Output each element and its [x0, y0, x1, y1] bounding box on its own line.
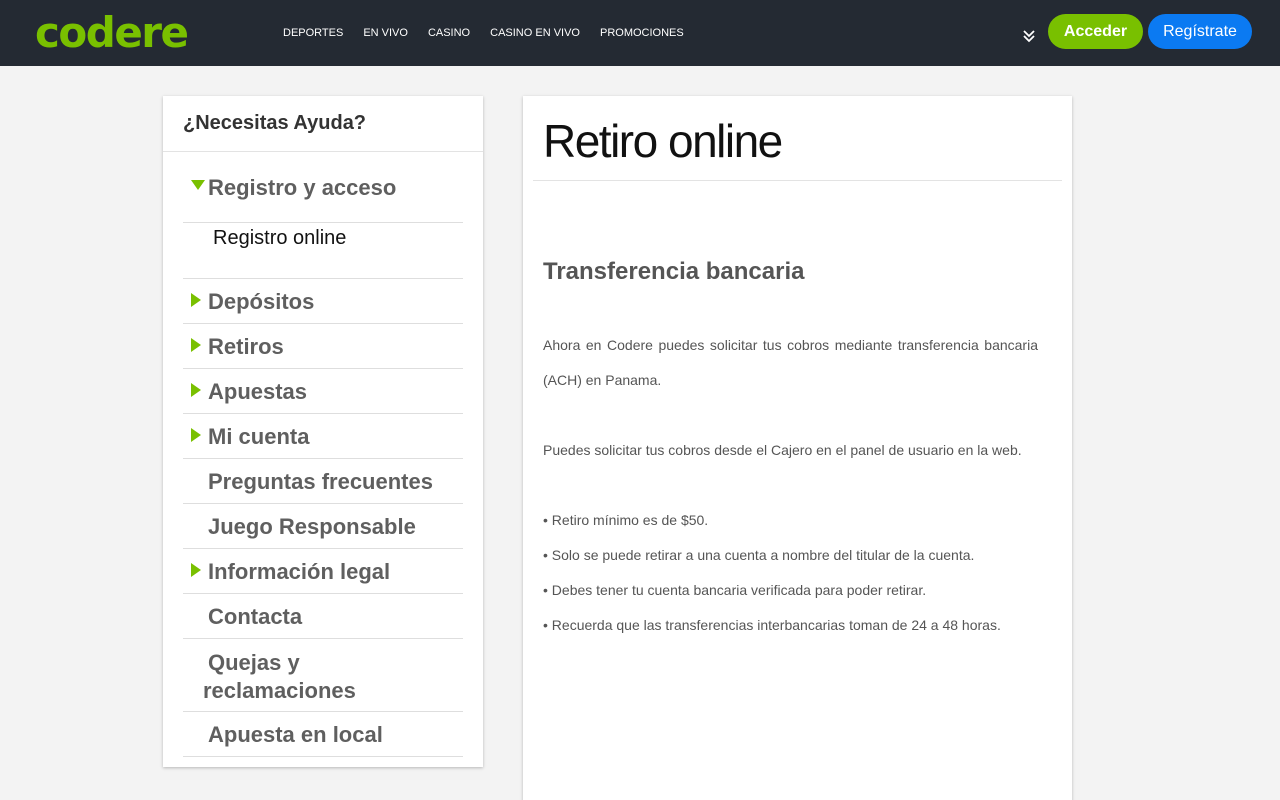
bullet-item: • Retiro mínimo es de $50. [543, 512, 709, 528]
menu-item-juego-responsable[interactable]: Juego Responsable [183, 504, 463, 549]
menu-item-label: Preguntas frecuentes [208, 469, 433, 494]
menu-item-label: Contacta [208, 604, 303, 629]
menu-item-label: Retiros [208, 334, 284, 359]
nav-deportes[interactable]: DEPORTES [283, 27, 343, 39]
sidebar-title: ¿Necesitas Ayuda? [163, 96, 483, 152]
title-divider [533, 180, 1062, 181]
menu-item-registro-y-acceso[interactable]: Registro y acceso Registro online [183, 152, 463, 249]
menu-item-label: Apuesta en local [208, 722, 383, 747]
bullet-item: • Recuerda que las transferencias interb… [543, 617, 1001, 633]
menu-item-depositos[interactable]: Depósitos [183, 279, 463, 324]
nav-promociones[interactable]: PROMOCIONES [600, 27, 684, 39]
nav-en-vivo[interactable]: EN VIVO [363, 27, 408, 39]
menu-item-retiros[interactable]: Retiros [183, 324, 463, 369]
menu-item-label: Mi cuenta [208, 424, 310, 449]
submenu-block [183, 223, 463, 279]
paragraph-ach: Ahora en Codere puedes solicitar tus cob… [543, 337, 1038, 388]
register-button[interactable]: Regístrate [1148, 14, 1252, 49]
menu-item-label: Información legal [208, 559, 391, 584]
caret-right-icon [191, 563, 201, 577]
caret-right-icon [191, 338, 201, 352]
help-sidebar: ¿Necesitas Ayuda? Registro y acceso Regi… [163, 96, 483, 767]
menu-item-label: Registro y acceso [208, 175, 397, 200]
section-title: Transferencia bancaria [543, 258, 805, 285]
main-nav: DEPORTES EN VIVO CASINO CASINO EN VIVO P… [283, 0, 704, 66]
menu-item-preguntas-frecuentes[interactable]: Preguntas frecuentes [183, 459, 463, 504]
bullet-item: • Debes tener tu cuenta bancaria verific… [543, 582, 927, 598]
menu-item-contacta[interactable]: Contacta [183, 594, 463, 639]
codere-logo[interactable]: codere [35, 8, 189, 58]
caret-right-icon [191, 428, 201, 442]
menu-item-label: Juego Responsable [208, 514, 416, 539]
page-title: Retiro online [543, 115, 783, 167]
menu-item-apuesta-en-local[interactable]: Apuesta en local [183, 712, 463, 757]
menu-item-label: Apuestas [208, 379, 308, 404]
bullet-item: • Solo se puede retirar a una cuenta a n… [543, 547, 975, 563]
menu-item-label: Quejas y reclamaciones [203, 650, 356, 703]
help-menu: Registro y acceso Registro online Depósi… [183, 152, 463, 757]
caret-right-icon [191, 383, 201, 397]
menu-item-apuestas[interactable]: Apuestas [183, 369, 463, 414]
login-button[interactable]: Acceder [1048, 14, 1143, 49]
top-header: codere DEPORTES EN VIVO CASINO CASINO EN… [0, 0, 1280, 66]
nav-casino[interactable]: CASINO [428, 27, 470, 39]
menu-item-mi-cuenta[interactable]: Mi cuenta [183, 414, 463, 459]
menu-item-label: Depósitos [208, 289, 315, 314]
menu-item-informacion-legal[interactable]: Información legal [183, 549, 463, 594]
double-chevron-down-icon[interactable] [1021, 27, 1037, 45]
menu-item-quejas-y-reclamaciones[interactable]: Quejas y reclamaciones [183, 639, 463, 712]
caret-right-icon [191, 293, 201, 307]
caret-down-icon [191, 180, 205, 190]
nav-casino-en-vivo[interactable]: CASINO EN VIVO [490, 27, 580, 39]
article-panel: Retiro online Transferencia bancaria Aho… [523, 96, 1072, 800]
paragraph-cajero: Puedes solicitar tus cobros desde el Caj… [543, 442, 1022, 458]
